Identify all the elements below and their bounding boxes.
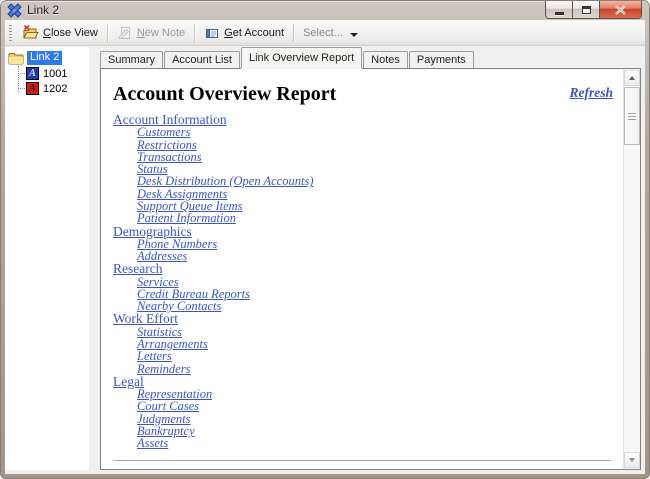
- close-view-icon: [23, 24, 39, 41]
- arrow-up-icon: [629, 76, 635, 80]
- new-note-button[interactable]: New Note: [110, 22, 192, 44]
- toolbar-grip-handle[interactable]: [9, 24, 12, 41]
- account-red-icon: A: [26, 82, 39, 95]
- select-button-label: Select...: [303, 26, 343, 39]
- refresh-link[interactable]: Refresh: [570, 85, 614, 101]
- close-button[interactable]: [600, 1, 642, 19]
- report-section-link-research[interactable]: Research: [113, 262, 162, 276]
- tab-link-overview-report[interactable]: Link Overview Report: [240, 47, 363, 68]
- minimize-button[interactable]: [545, 1, 573, 19]
- report-panel: Account Overview Report Refresh Account …: [100, 68, 641, 470]
- tab-summary[interactable]: Summary: [100, 51, 164, 68]
- tab-strip: Summary Account List Link Overview Report N…: [100, 47, 475, 68]
- folder-icon: [8, 52, 24, 65]
- scroll-up-button[interactable]: [624, 70, 640, 86]
- report-sections: Account Information Customers Restrictions…: [113, 113, 619, 450]
- get-account-icon: [204, 25, 220, 41]
- scroll-down-button[interactable]: [624, 452, 640, 468]
- account-blue-icon: A: [26, 67, 39, 80]
- tree-item-1001[interactable]: A 1001: [18, 66, 89, 81]
- tree-item-1202[interactable]: A 1202: [18, 81, 89, 96]
- select-button[interactable]: Select...: [296, 22, 365, 44]
- minimize-icon: [554, 11, 564, 15]
- report-link-customers[interactable]: Customers: [137, 126, 190, 139]
- window-controls: [545, 1, 642, 19]
- tree-root-label: Link 2: [27, 51, 63, 65]
- toolbar-buttons: Close View New Note Get Account Select...: [16, 20, 365, 45]
- scrollbar-thumb[interactable]: [624, 87, 640, 145]
- close-view-button[interactable]: Close View: [16, 22, 105, 44]
- new-note-button-label: New Note: [136, 26, 186, 39]
- app-icon: [7, 2, 22, 18]
- report-link-assets[interactable]: Assets: [137, 437, 168, 450]
- tree-item-label: 1001: [43, 67, 68, 80]
- report-scrollbar[interactable]: [623, 69, 640, 469]
- maximize-button[interactable]: [573, 1, 600, 19]
- toolbar-separator: [194, 23, 196, 42]
- close-view-button-label: Close View: [43, 26, 98, 39]
- report-title: Account Overview Report: [113, 83, 337, 105]
- arrow-down-icon: [629, 458, 635, 462]
- thumb-grip-icon: [628, 112, 636, 120]
- titlebar[interactable]: Link 2: [0, 0, 650, 20]
- new-note-icon: [117, 25, 133, 41]
- get-account-button-label: Get Account: [224, 26, 285, 39]
- report-link-desk-distribution-open-accounts[interactable]: Desk Distribution (Open Accounts): [137, 175, 313, 188]
- client-area: Close View New Note Get Account Select... L…: [5, 20, 645, 474]
- close-icon: [615, 4, 626, 15]
- toolbar-separator: [293, 23, 295, 42]
- partial-next-heading: Account Information: [113, 466, 619, 469]
- report-link-court-cases[interactable]: Court Cases: [137, 400, 199, 413]
- report-link-patient-information[interactable]: Patient Information: [137, 212, 236, 225]
- toolbar-separator: [106, 23, 108, 42]
- tab-payments[interactable]: Payments: [408, 51, 474, 68]
- report-link-restrictions[interactable]: Restrictions: [137, 138, 197, 151]
- toolbar: Close View New Note Get Account Select...: [5, 20, 645, 46]
- report-divider: [113, 459, 611, 461]
- dropdown-arrow-icon: [349, 32, 358, 37]
- get-account-button[interactable]: Get Account: [197, 22, 291, 44]
- tree-item-label: 1202: [43, 82, 68, 95]
- tab-notes[interactable]: Notes: [363, 51, 408, 68]
- report-link-letters[interactable]: Letters: [137, 350, 172, 363]
- report-section-link-demographics[interactable]: Demographics: [113, 224, 192, 238]
- report-link-reminders[interactable]: Reminders: [137, 362, 190, 375]
- tab-account-list[interactable]: Account List: [164, 51, 240, 68]
- tree-root-link2[interactable]: Link 2: [8, 50, 89, 66]
- app-window: Link 2 Close View New Note Get Account Sele…: [0, 0, 650, 479]
- maximize-icon: [581, 5, 591, 14]
- report-body: Account Overview Report Refresh Account …: [101, 69, 623, 469]
- link-tree-panel: Link 2 A 1001 A 1202: [5, 47, 89, 470]
- report-section-link-work-effort[interactable]: Work Effort: [113, 312, 178, 326]
- report-header: Account Overview Report Refresh: [113, 82, 619, 106]
- window-title: Link 2: [27, 3, 60, 17]
